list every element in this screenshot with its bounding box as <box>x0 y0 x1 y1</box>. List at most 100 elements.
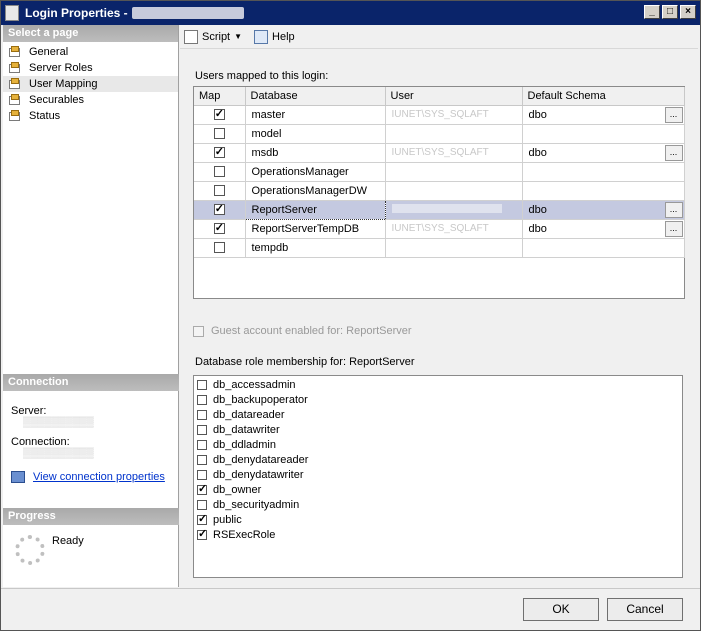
window-title: Login Properties - <box>25 6 128 20</box>
list-item[interactable]: db_denydatawriter <box>194 467 682 482</box>
guest-checkbox <box>193 325 204 337</box>
map-checkbox[interactable] <box>213 185 225 197</box>
list-item[interactable]: RSExecRole <box>194 527 682 542</box>
role-checkbox[interactable] <box>197 379 207 390</box>
user-cell[interactable] <box>385 238 523 258</box>
role-checkbox[interactable] <box>197 424 207 435</box>
minimize-button[interactable]: _ <box>644 5 660 19</box>
table-row[interactable]: master IUNET\SYS_SQLAFT dbo... <box>194 105 685 125</box>
schema-cell[interactable]: dbo... <box>522 219 685 239</box>
page-item-label: Server Roles <box>29 62 93 74</box>
database-cell: OperationsManagerDW <box>245 181 386 201</box>
role-checkbox[interactable] <box>197 469 207 480</box>
schema-cell[interactable] <box>522 162 685 182</box>
page-item-label: Securables <box>29 94 85 106</box>
schema-cell[interactable] <box>522 238 685 258</box>
map-checkbox[interactable] <box>213 242 225 254</box>
table-row[interactable]: OperationsManagerDW <box>194 181 685 201</box>
schema-cell[interactable] <box>522 124 685 144</box>
schema-value: dbo <box>528 146 547 159</box>
list-item[interactable]: db_backupoperator <box>194 392 682 407</box>
guest-account-option: Guest account enabled for: ReportServer <box>193 325 412 337</box>
main-pane: Script ▼ Help Users mapped to this login… <box>180 25 698 587</box>
user-cell[interactable] <box>385 162 523 182</box>
map-checkbox[interactable] <box>213 128 225 140</box>
list-item[interactable]: db_denydatareader <box>194 452 682 467</box>
page-item-user-mapping[interactable]: User Mapping <box>3 76 178 92</box>
script-button[interactable]: Script ▼ <box>184 29 242 44</box>
user-cell[interactable] <box>385 181 523 201</box>
list-item[interactable]: db_ddladmin <box>194 437 682 452</box>
user-cell[interactable]: IUNET\SYS_SQLAFT <box>385 219 523 239</box>
user-cell[interactable]: IUNET\SYS_SQLAFT <box>385 105 523 125</box>
table-row[interactable]: model <box>194 124 685 144</box>
map-cell <box>194 238 246 258</box>
role-checkbox[interactable] <box>197 439 207 450</box>
column-header-default-schema[interactable]: Default Schema <box>522 87 685 106</box>
role-checkbox[interactable] <box>197 454 207 465</box>
chevron-down-icon[interactable]: ▼ <box>234 32 242 41</box>
role-checkbox[interactable] <box>197 482 207 495</box>
map-checkbox[interactable] <box>213 221 225 235</box>
list-item[interactable]: db_datawriter <box>194 422 682 437</box>
cancel-button[interactable]: Cancel <box>607 598 683 621</box>
role-checkbox[interactable] <box>197 409 207 420</box>
column-header-database[interactable]: Database <box>245 87 386 106</box>
close-button[interactable]: × <box>680 5 696 19</box>
page-icon <box>9 78 23 90</box>
schema-browse-button[interactable]: ... <box>664 201 683 218</box>
connection-label: Connection: <box>11 436 70 448</box>
table-row[interactable]: msdb IUNET\SYS_SQLAFT dbo... <box>194 143 685 163</box>
schema-cell[interactable]: dbo... <box>522 143 685 163</box>
database-cell: master <box>245 105 386 125</box>
ok-button[interactable]: OK <box>523 598 599 621</box>
column-header-map[interactable]: Map <box>194 87 246 106</box>
view-connection-link-text[interactable]: View connection properties <box>33 471 165 483</box>
page-item-server-roles[interactable]: Server Roles <box>3 60 178 76</box>
role-checkbox[interactable] <box>197 499 207 510</box>
table-row[interactable]: tempdb <box>194 238 685 258</box>
list-item[interactable]: db_owner <box>194 482 682 497</box>
view-connection-properties-link[interactable]: View connection properties <box>11 471 171 483</box>
map-checkbox[interactable] <box>213 145 225 159</box>
maximize-button[interactable]: □ <box>662 5 678 19</box>
role-checkbox[interactable] <box>197 527 207 540</box>
user-cell[interactable]: IUNET\SYS_SQLAFT <box>385 143 523 163</box>
role-checkbox[interactable] <box>197 394 207 405</box>
progress-section: Ready <box>3 525 179 587</box>
page-item-label: Status <box>29 110 61 122</box>
role-membership-list[interactable]: db_accessadmin db_backupoperator db_data… <box>193 375 683 578</box>
connection-header: Connection <box>3 374 179 391</box>
redacted-login-name <box>131 7 244 19</box>
table-row-selected[interactable]: ReportServer dbo... <box>194 199 685 220</box>
progress-status: Ready <box>52 535 84 547</box>
list-item[interactable]: db_securityadmin <box>194 497 682 512</box>
table-row[interactable]: ReportServerTempDB IUNET\SYS_SQLAFT dbo.… <box>194 219 685 239</box>
page-item-securables[interactable]: Securables <box>3 92 178 108</box>
role-checkbox[interactable] <box>197 512 207 525</box>
schema-browse-button[interactable]: ... <box>664 220 683 237</box>
map-checkbox[interactable] <box>213 107 225 121</box>
schema-cell[interactable]: dbo... <box>522 200 685 220</box>
database-cell: ReportServerTempDB <box>245 219 386 239</box>
progress-spinner-icon <box>15 535 45 565</box>
list-item[interactable]: db_accessadmin <box>194 377 682 392</box>
map-checkbox[interactable] <box>213 202 225 216</box>
table-row[interactable]: OperationsManager <box>194 162 685 182</box>
map-checkbox[interactable] <box>213 166 225 178</box>
map-cell <box>194 219 246 239</box>
schema-cell[interactable] <box>522 181 685 201</box>
page-item-general[interactable]: General <box>3 44 178 60</box>
column-header-user[interactable]: User <box>385 87 523 106</box>
role-name: db_accessadmin <box>213 378 296 391</box>
user-cell[interactable] <box>385 200 523 220</box>
role-name: db_datareader <box>213 408 285 421</box>
schema-browse-button[interactable]: ... <box>664 106 683 123</box>
user-cell[interactable] <box>385 124 523 144</box>
help-button[interactable]: Help <box>254 29 295 44</box>
schema-browse-button[interactable]: ... <box>664 144 683 161</box>
page-item-status[interactable]: Status <box>3 108 178 124</box>
list-item[interactable]: db_datareader <box>194 407 682 422</box>
list-item[interactable]: public <box>194 512 682 527</box>
schema-cell[interactable]: dbo... <box>522 105 685 125</box>
